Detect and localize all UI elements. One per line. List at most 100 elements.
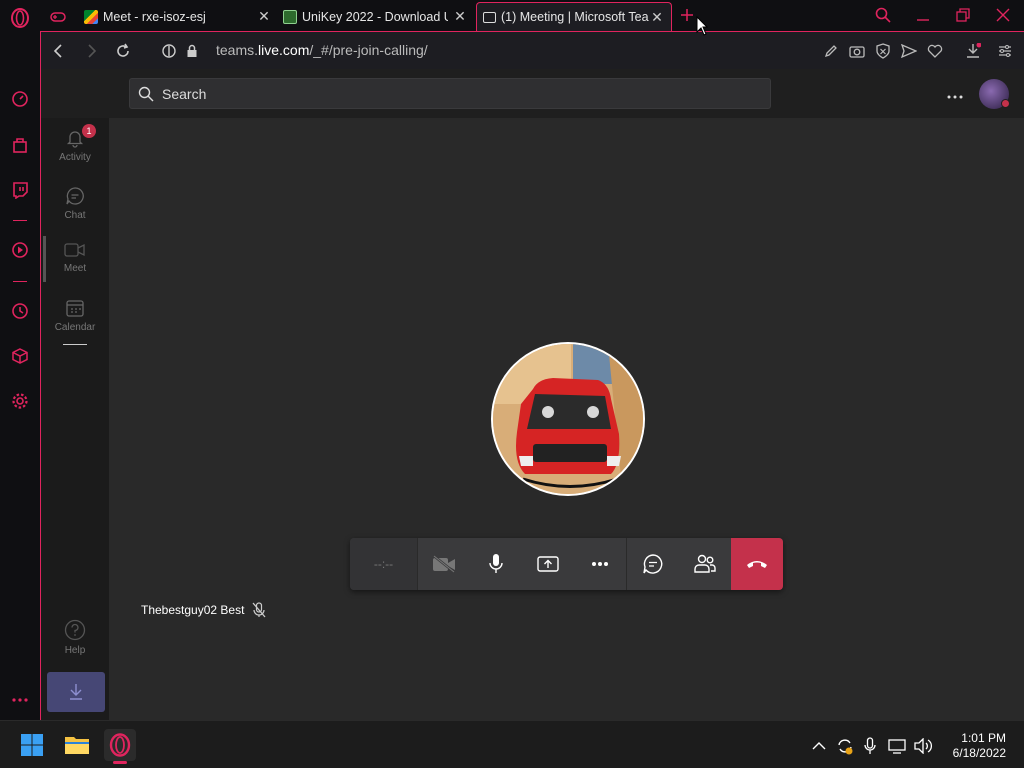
sync-icon[interactable]	[836, 737, 854, 755]
close-window-button[interactable]	[992, 4, 1014, 26]
camera-toggle-button[interactable]	[418, 538, 470, 590]
close-icon	[996, 8, 1010, 22]
rail-label: Chat	[64, 210, 86, 221]
reload-icon	[117, 43, 129, 57]
camera-snapshot-icon[interactable]	[847, 41, 867, 61]
rail-label: Calendar	[54, 322, 96, 333]
help-icon	[64, 619, 86, 641]
rail-item-meet[interactable]: Meet	[41, 241, 109, 274]
share-tray-icon	[537, 556, 559, 572]
show-conversation-button[interactable]	[627, 538, 679, 590]
tab-meet-close[interactable]: ✕	[252, 2, 276, 31]
minimize-icon	[917, 19, 929, 21]
teams-app-bar: Activity 1 Chat Meet Calendar Help	[41, 118, 109, 720]
tab-strip: Meet - rxe-isoz-esj ✕ UniKey 2022 - Down…	[40, 0, 1024, 31]
active-app-indicator	[113, 761, 127, 764]
gamepad-icon	[50, 11, 66, 22]
search-icon	[875, 7, 891, 23]
tab-unikey[interactable]: UniKey 2022 - Download U	[283, 2, 473, 31]
chevron-up-icon[interactable]	[812, 741, 826, 751]
twitch-icon[interactable]	[10, 180, 30, 200]
more-dots-icon[interactable]	[10, 690, 30, 710]
restore-button[interactable]	[952, 4, 974, 26]
history-icon[interactable]	[10, 301, 30, 321]
show-participants-button[interactable]	[679, 538, 731, 590]
close-icon: ✕	[258, 8, 270, 24]
back-arrow-icon	[53, 44, 62, 58]
system-tray	[812, 737, 932, 755]
file-explorer-icon[interactable]	[61, 729, 93, 761]
search-input[interactable]: Search	[129, 78, 771, 109]
heart-icon[interactable]	[925, 41, 945, 61]
opera-logo-icon[interactable]	[10, 8, 30, 28]
minimize-button[interactable]	[912, 4, 934, 26]
more-options-icon[interactable]	[947, 87, 963, 105]
call-controls: --:--	[350, 538, 783, 590]
tab-unikey-close[interactable]: ✕	[448, 2, 472, 31]
participant-avatar	[491, 342, 645, 496]
participants-icon	[694, 554, 716, 573]
extensions-cube-icon[interactable]	[10, 346, 30, 366]
player-icon[interactable]	[10, 240, 30, 260]
calendar-icon	[66, 300, 84, 317]
settings-gear-icon[interactable]	[10, 391, 30, 411]
vpn-shield-icon[interactable]	[159, 41, 179, 61]
notification-badge: 1	[82, 124, 96, 138]
downloads-icon[interactable]	[963, 41, 983, 61]
avatar[interactable]	[979, 79, 1010, 109]
easy-setup-icon[interactable]	[995, 41, 1015, 61]
back-button[interactable]	[49, 41, 69, 61]
rail-item-chat[interactable]: Chat	[41, 186, 109, 221]
tab-title: (1) Meeting | Microsoft Tea	[501, 10, 649, 24]
download-icon	[70, 684, 82, 700]
new-tab-button[interactable]	[676, 4, 698, 26]
reload-button[interactable]	[113, 41, 133, 61]
adblock-shield-icon[interactable]	[873, 41, 893, 61]
teams-header: Search	[41, 69, 1024, 118]
download-app-button[interactable]	[47, 672, 105, 712]
windows-start-icon[interactable]	[16, 729, 48, 761]
volume-icon[interactable]	[914, 738, 932, 754]
mic-toggle-button[interactable]	[470, 538, 522, 590]
microphone-tray-icon[interactable]	[864, 737, 876, 755]
taskbar-clock[interactable]: 1:01 PM 6/18/2022	[953, 731, 1006, 761]
rail-item-calendar[interactable]: Calendar	[41, 298, 109, 333]
more-actions-button[interactable]	[574, 538, 626, 590]
chat-icon	[66, 187, 84, 205]
call-stage: --:-- Thebestguy02 Best	[109, 118, 1024, 720]
clock-date: 6/18/2022	[952, 746, 1006, 760]
hang-up-icon	[747, 561, 767, 568]
bag-icon[interactable]	[10, 135, 30, 155]
tab-gamepad[interactable]	[50, 2, 76, 31]
tab-meet[interactable]: Meet - rxe-isoz-esj	[84, 2, 274, 31]
search-tabs-button[interactable]	[872, 4, 894, 26]
clock-time: 1:01 PM	[961, 731, 1006, 745]
lock-icon[interactable]	[182, 41, 202, 61]
url-text[interactable]: teams.live.com/_#/pre-join-calling/	[216, 42, 428, 58]
url-path: /_#/pre-join-calling/	[309, 42, 428, 58]
close-icon[interactable]: ✕	[649, 9, 665, 26]
opera-sidebar	[0, 0, 40, 720]
url-prefix: teams.	[216, 42, 259, 58]
network-icon[interactable]	[888, 738, 906, 754]
speed-dial-icon[interactable]	[10, 89, 30, 109]
rail-item-activity[interactable]: Activity 1	[41, 124, 109, 163]
status-badge	[1001, 99, 1010, 108]
url-domain: live.com	[258, 42, 310, 58]
hang-up-button[interactable]	[731, 538, 783, 590]
rail-label: Meet	[63, 263, 87, 274]
rail-divider	[63, 344, 87, 345]
edit-icon[interactable]	[821, 41, 841, 61]
search-placeholder: Search	[162, 85, 207, 102]
send-icon[interactable]	[899, 41, 919, 61]
opera-taskbar-icon[interactable]	[104, 729, 136, 764]
address-bar-row: teams.live.com/_#/pre-join-calling/	[40, 31, 1024, 69]
forward-button[interactable]	[81, 41, 101, 61]
rail-item-help[interactable]: Help	[41, 619, 109, 656]
teams-app: Search Activity 1 Chat Meet Calendar Hel…	[40, 69, 1024, 720]
participant-name-tag: Thebestguy02 Best	[141, 602, 266, 618]
plus-icon	[681, 9, 693, 21]
unikey-favicon	[283, 9, 297, 24]
tab-teams-meeting[interactable]: (1) Meeting | Microsoft Tea ✕	[476, 2, 672, 31]
share-screen-button[interactable]	[522, 538, 574, 590]
